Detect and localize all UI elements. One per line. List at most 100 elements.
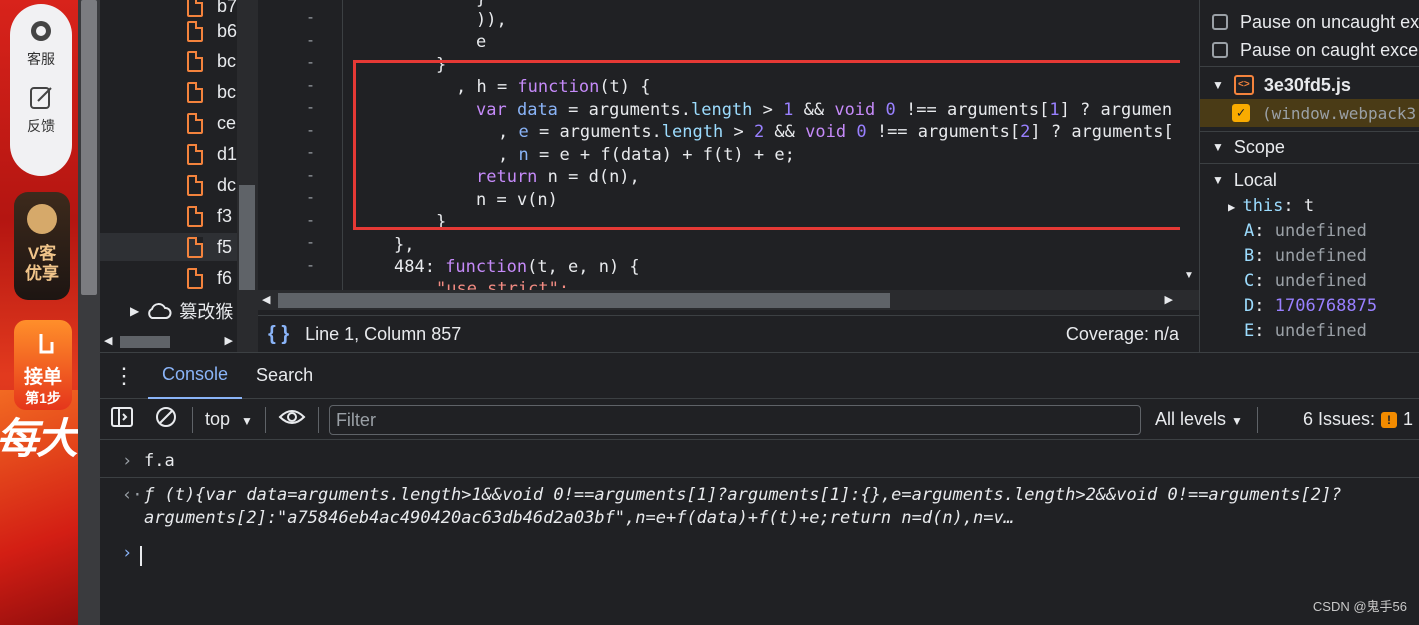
scope-var[interactable]: E: undefined bbox=[1244, 321, 1367, 341]
checkmark-icon[interactable]: ✓ bbox=[1232, 104, 1250, 122]
pretty-print-icon[interactable]: { } bbox=[268, 323, 289, 346]
vip-badge[interactable]: V客 优享 bbox=[14, 192, 70, 300]
filter-input[interactable]: Filter bbox=[328, 404, 1141, 435]
context-selector[interactable]: top ▼ bbox=[197, 409, 261, 430]
service-button[interactable]: 客服 bbox=[10, 4, 72, 69]
order-badge[interactable]: 接单 第1步 bbox=[14, 320, 72, 410]
tab-search[interactable]: Search bbox=[242, 353, 327, 399]
file-item[interactable]: bc bbox=[187, 80, 236, 104]
vip-line1: V客 bbox=[27, 244, 57, 263]
log-levels-dropdown[interactable]: All levels ▼ bbox=[1155, 409, 1243, 430]
callstack-file[interactable]: ▼ <> 3e30fd5.js bbox=[1200, 71, 1351, 99]
issues-label: 6 Issues: bbox=[1302, 409, 1375, 429]
file-icon bbox=[187, 205, 203, 227]
eye-icon[interactable] bbox=[270, 408, 314, 431]
scroll-left-icon[interactable]: ◀ bbox=[262, 293, 270, 306]
scope-label: Scope bbox=[1233, 136, 1285, 157]
scroll-left-icon[interactable]: ◀ bbox=[104, 334, 112, 347]
file-icon bbox=[187, 112, 203, 134]
tab-console[interactable]: Console bbox=[148, 353, 243, 399]
checkbox[interactable] bbox=[1212, 42, 1228, 58]
promo-text: 每大 bbox=[0, 415, 78, 462]
folder-label: 篡改猴 bbox=[179, 302, 234, 322]
console-input-text: f.a bbox=[144, 451, 175, 471]
watermark: CSDN @鬼手56 bbox=[1312, 599, 1407, 614]
js-file-icon: <> bbox=[1233, 75, 1254, 95]
file-item[interactable]: ce bbox=[187, 111, 236, 135]
scroll-right-icon[interactable]: ▶ bbox=[225, 334, 233, 347]
editor-hscrollbar[interactable]: ◀ ▶ bbox=[258, 290, 1199, 310]
more-options-icon[interactable]: ⋮ bbox=[100, 363, 148, 389]
scope-value: t bbox=[1303, 196, 1315, 216]
scope-value: undefined bbox=[1274, 321, 1367, 341]
divider bbox=[1256, 406, 1258, 433]
debugger-sidebar: Pause on uncaught ex Pause on caught exc… bbox=[1199, 0, 1419, 352]
scope-key: B bbox=[1244, 246, 1255, 266]
scope-value: undefined bbox=[1274, 221, 1367, 241]
sidebar-pill: 客服 反馈 bbox=[10, 4, 72, 176]
scope-var[interactable]: B: undefined bbox=[1244, 246, 1367, 266]
text-caret bbox=[140, 546, 142, 566]
file-tree-hscrollbar[interactable]: ◀ ▶ bbox=[100, 332, 237, 352]
feedback-button[interactable]: 反馈 bbox=[10, 69, 72, 136]
file-tree-hscroll-thumb[interactable] bbox=[120, 336, 170, 348]
file-name: bc bbox=[217, 81, 237, 102]
file-navigator: b7 b6 bc bc ce d1 dc f3 f5 f6 ▶ 篡改猴 bbox=[100, 0, 237, 330]
local-label: Local bbox=[1233, 169, 1277, 190]
callstack-file-label: 3e30fd5.js bbox=[1263, 74, 1351, 95]
file-icon bbox=[187, 20, 203, 42]
divider bbox=[1200, 163, 1419, 164]
context-label: top bbox=[205, 409, 231, 429]
file-item[interactable]: bc bbox=[187, 49, 236, 73]
code-line: n = v(n) bbox=[476, 190, 558, 210]
code-line: e bbox=[476, 32, 487, 52]
scope-this[interactable]: ▶ this: t bbox=[1228, 196, 1314, 216]
editor-hscroll-thumb[interactable] bbox=[278, 293, 890, 308]
feedback-label: 反馈 bbox=[27, 118, 55, 134]
file-tree-scrollbar[interactable] bbox=[237, 0, 258, 352]
collapse-arrow-icon: ▼ bbox=[1212, 140, 1224, 154]
scope-section-header[interactable]: ▼ Scope bbox=[1200, 133, 1285, 161]
file-icon bbox=[187, 81, 203, 103]
scope-value: undefined bbox=[1274, 246, 1367, 266]
file-item[interactable]: d1 bbox=[187, 142, 237, 166]
file-tree-scroll-thumb[interactable] bbox=[239, 185, 255, 290]
expand-arrow-icon: ▶ bbox=[130, 304, 140, 318]
clear-console-icon[interactable] bbox=[144, 406, 188, 433]
file-name: b7 bbox=[217, 0, 237, 16]
file-item[interactable]: f3 bbox=[187, 204, 232, 228]
folder-item[interactable]: ▶ 篡改猴 bbox=[130, 298, 233, 324]
dropdown-arrow-icon: ▼ bbox=[241, 414, 253, 428]
input-chevron-icon: › bbox=[122, 451, 133, 471]
code-editor[interactable]: - - - - - - - - - - - - } )), e } , h = … bbox=[258, 0, 1199, 290]
vip-line2: 优享 bbox=[25, 264, 59, 283]
file-name: f3 bbox=[217, 205, 233, 226]
scroll-down-icon[interactable]: ▼ bbox=[1184, 270, 1194, 281]
scope-key: E bbox=[1244, 321, 1255, 341]
scroll-right-icon[interactable]: ▶ bbox=[1165, 293, 1173, 306]
divider bbox=[1200, 66, 1419, 67]
scope-var[interactable]: C: undefined bbox=[1244, 271, 1367, 291]
file-item[interactable]: f5 bbox=[187, 235, 232, 259]
sidebar-toggle-icon[interactable] bbox=[100, 407, 144, 432]
scope-var[interactable]: A: undefined bbox=[1244, 221, 1367, 241]
drawer-tabbar: ⋮ Console Search bbox=[100, 353, 1419, 399]
sidebar-scrollbar[interactable] bbox=[78, 0, 100, 625]
divider bbox=[192, 406, 193, 433]
file-item[interactable]: b7 bbox=[187, 0, 237, 18]
scope-var[interactable]: D: 1706768875 bbox=[1244, 296, 1377, 316]
pause-uncaught-option[interactable]: Pause on uncaught ex bbox=[1200, 8, 1419, 36]
file-item[interactable]: b6 bbox=[187, 19, 237, 43]
file-item[interactable]: dc bbox=[187, 173, 236, 197]
callstack-frame[interactable]: ✓ (window.webpack3 bbox=[1200, 99, 1419, 127]
issues-count: 1 bbox=[1402, 409, 1413, 429]
file-name: d1 bbox=[217, 143, 237, 164]
local-scope-header[interactable]: ▼ Local bbox=[1200, 166, 1277, 194]
sidebar-scroll-thumb[interactable] bbox=[81, 0, 97, 295]
file-item[interactable]: f6 bbox=[187, 266, 232, 290]
checkbox[interactable] bbox=[1212, 14, 1228, 30]
scope-value: undefined bbox=[1274, 271, 1367, 291]
issues-button[interactable]: 6 Issues:! 1 bbox=[1303, 409, 1413, 430]
pause-caught-option[interactable]: Pause on caught excep bbox=[1200, 36, 1419, 64]
editor-vscrollbar[interactable]: ▼ bbox=[1180, 0, 1199, 290]
